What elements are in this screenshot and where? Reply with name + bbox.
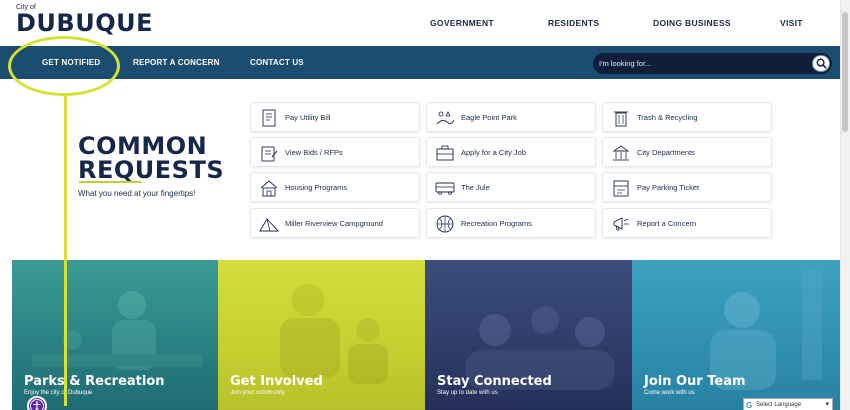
nav-visit[interactable]: VISIT <box>780 18 803 28</box>
panel-subtitle: Stay up to date with us <box>437 390 498 396</box>
request-label: Recreation Programs <box>461 219 532 228</box>
request-label: Apply for a City Job <box>461 148 527 157</box>
bill-icon <box>262 109 276 127</box>
panel-stay-connected[interactable]: Stay Connected Stay up to date with us <box>425 260 632 410</box>
request-trash-recycling[interactable]: Trash & Recycling <box>602 102 772 132</box>
request-pay-utility-bill[interactable]: Pay Utility Bill <box>250 102 420 132</box>
nav-contact-us[interactable]: CONTACT US <box>250 58 304 67</box>
request-label: Trash & Recycling <box>637 113 698 122</box>
document-icon <box>261 146 278 162</box>
search-button[interactable] <box>812 55 830 72</box>
panel-title: Get Involved <box>230 374 323 389</box>
panel-title: Stay Connected <box>437 374 552 389</box>
request-label: Housing Programs <box>285 183 348 192</box>
scrollbar-thumb[interactable] <box>842 12 848 132</box>
panel-subtitle: Come work with us <box>644 390 695 396</box>
nav-report-a-concern[interactable]: REPORT A CONCERN <box>133 58 220 67</box>
panel-title: Join Our Team <box>644 374 746 389</box>
request-city-departments[interactable]: City Departments <box>602 137 772 167</box>
city-hall-icon <box>612 145 630 161</box>
annotation-circle <box>8 36 120 96</box>
search-input[interactable] <box>599 56 799 71</box>
park-icon <box>436 111 455 125</box>
megaphone-icon <box>613 217 629 231</box>
request-the-jule[interactable]: The Jule <box>426 172 596 202</box>
request-miller-riverview-campground[interactable]: Miller Riverview Campground <box>250 208 420 238</box>
tent-icon <box>259 218 279 232</box>
request-label: View Bids / RFPs <box>285 148 343 157</box>
request-label: Eagle Point Park <box>461 113 517 122</box>
request-label: The Jule <box>461 183 490 192</box>
language-select[interactable]: G Select Language ▾ <box>743 398 833 410</box>
top-bar: City of DUBUQUE GOVERNMENT RESIDENTS DOI… <box>0 0 840 46</box>
parking-ticket-icon <box>613 180 629 197</box>
common-requests-subtitle: What you need at your fingertips! <box>78 189 196 198</box>
request-pay-parking-ticket[interactable]: Pay Parking Ticket <box>602 172 772 202</box>
accessibility-button[interactable] <box>27 396 47 410</box>
search-bar <box>593 53 832 74</box>
panel-join-our-team[interactable]: Join Our Team Come work with us <box>632 260 840 410</box>
chevron-down-icon: ▾ <box>825 401 829 408</box>
nav-government[interactable]: GOVERNMENT <box>430 18 494 28</box>
request-housing-programs[interactable]: Housing Programs <box>250 172 420 202</box>
title-line-1: COMMON <box>78 132 208 160</box>
title-line-2: REQUESTS <box>78 156 225 184</box>
logo-big-text: DUBUQUE <box>16 9 153 37</box>
panel-subtitle: Join your community <box>230 390 286 396</box>
basketball-icon <box>436 215 454 233</box>
trash-icon <box>614 111 628 127</box>
nav-doing-business[interactable]: DOING BUSINESS <box>653 18 731 28</box>
google-g-icon: G <box>746 401 753 410</box>
request-label: Pay Parking Ticket <box>637 183 700 192</box>
search-icon <box>816 58 827 69</box>
request-apply-city-job[interactable]: Apply for a City Job <box>426 137 596 167</box>
panel-subtitle: Enjoy the city of Dubuque <box>24 390 93 396</box>
panel-title: Parks & Recreation <box>24 374 165 389</box>
panel-get-involved[interactable]: Get Involved Join your community <box>218 260 425 410</box>
briefcase-icon <box>436 145 454 161</box>
bus-icon <box>435 182 455 195</box>
request-eagle-point-park[interactable]: Eagle Point Park <box>426 102 596 132</box>
request-report-a-concern[interactable]: Report a Concern <box>602 208 772 238</box>
city-logo[interactable]: City of DUBUQUE <box>16 4 153 37</box>
request-label: Miller Riverview Campground <box>285 219 383 228</box>
panel-parks-recreation[interactable]: Parks & Recreation Enjoy the city of Dub… <box>12 260 218 410</box>
house-icon <box>260 180 278 197</box>
request-view-bids-rfps[interactable]: View Bids / RFPs <box>250 137 420 167</box>
request-label: Pay Utility Bill <box>285 113 331 122</box>
language-select-label: Select Language <box>756 402 802 408</box>
request-label: City Departments <box>637 148 695 157</box>
title-underline <box>79 181 141 183</box>
request-label: Report a Concern <box>637 219 697 228</box>
common-requests-title: COMMON REQUESTS <box>78 134 224 182</box>
accessibility-icon <box>30 399 44 410</box>
request-recreation-programs[interactable]: Recreation Programs <box>426 208 596 238</box>
nav-residents[interactable]: RESIDENTS <box>548 18 599 28</box>
annotation-line <box>64 96 67 406</box>
